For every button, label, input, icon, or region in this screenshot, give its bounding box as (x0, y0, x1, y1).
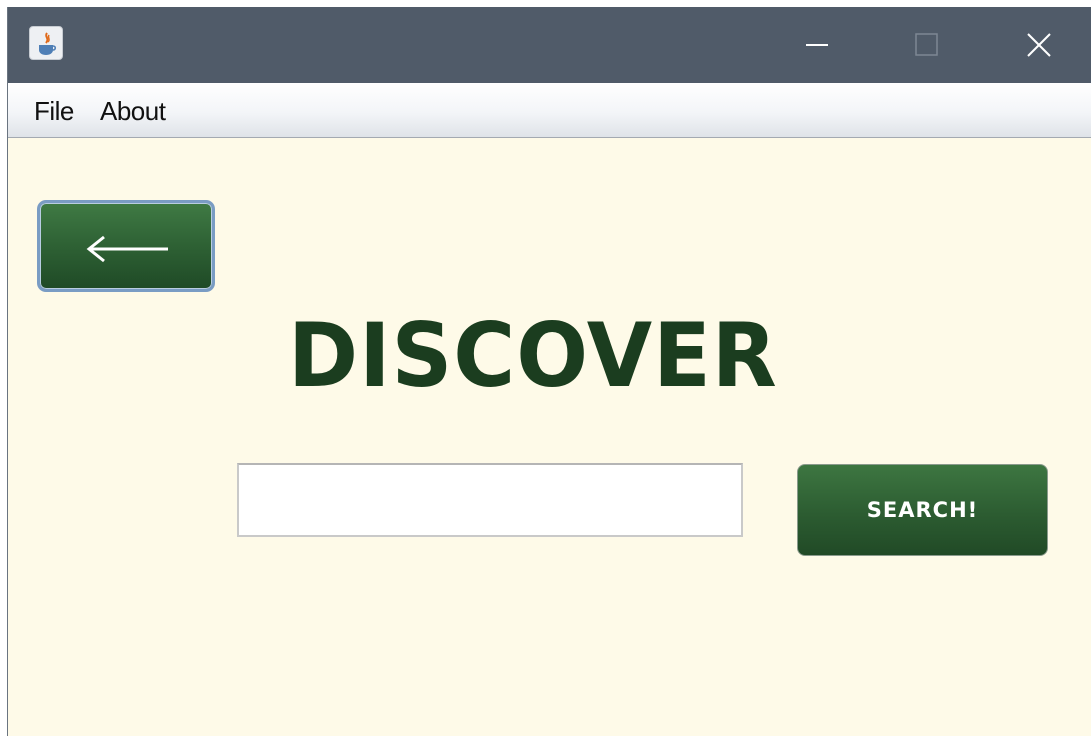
search-button[interactable]: SEARCH! (797, 464, 1048, 556)
page-title: DISCOVER (288, 304, 778, 407)
menu-file[interactable]: File (34, 96, 74, 126)
menu-about[interactable]: About (100, 96, 166, 126)
left-arrow-icon (86, 235, 168, 263)
maximize-button[interactable] (873, 7, 983, 83)
app-window: File About DISCOVER SEARCH! (7, 7, 1091, 736)
back-button[interactable] (37, 200, 215, 292)
minimize-button[interactable] (763, 7, 873, 83)
menu-bar: File About (8, 83, 1091, 138)
close-button[interactable] (983, 7, 1091, 83)
main-panel: DISCOVER SEARCH! (8, 138, 1091, 736)
search-input[interactable] (237, 463, 743, 537)
title-bar[interactable] (8, 7, 1091, 83)
java-app-icon (29, 26, 63, 60)
